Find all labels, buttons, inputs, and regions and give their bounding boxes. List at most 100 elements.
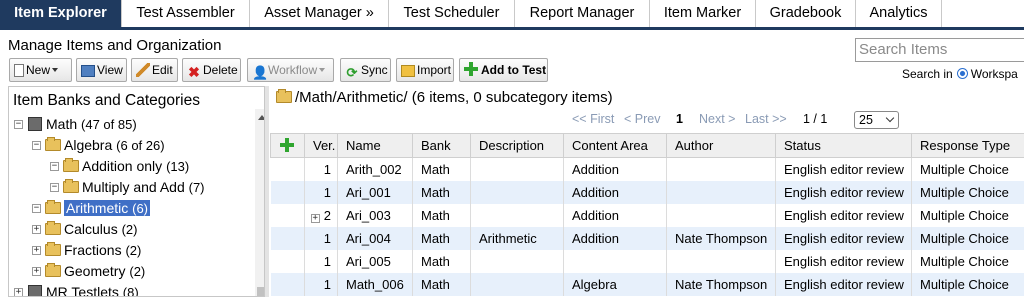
cell-name: Ari_003 — [337, 204, 413, 227]
expand-icon[interactable]: + — [32, 267, 41, 276]
tree-scrollbar[interactable] — [255, 109, 264, 296]
pager-prev[interactable]: < Prev — [624, 112, 660, 126]
page-size-select[interactable]: 25 — [854, 111, 899, 129]
cell-content-area: Addition — [563, 204, 667, 227]
collapse-icon[interactable]: − — [14, 120, 23, 129]
tree-node-math[interactable]: − Math (47 of 85) — [14, 114, 137, 134]
sync-button[interactable]: ⟳ Sync — [340, 58, 391, 82]
panel-title: Item Banks and Categories — [13, 92, 200, 109]
tree-label-selected: Arithmetic (6) — [64, 200, 151, 216]
tab-item-marker[interactable]: Item Marker — [650, 0, 756, 27]
cell-author — [666, 204, 776, 227]
plus-icon[interactable] — [280, 138, 294, 152]
pager-last[interactable]: Last >> — [745, 112, 787, 126]
table-row[interactable]: +2 Ari_003 Math Addition English editor … — [270, 204, 1024, 227]
import-button-label: Import — [417, 63, 452, 77]
collapse-icon[interactable]: − — [50, 183, 59, 192]
column-header-name[interactable]: Name — [337, 133, 413, 158]
column-header-author[interactable]: Author — [666, 133, 776, 158]
view-button[interactable]: View — [76, 58, 127, 82]
cell-author — [666, 250, 776, 273]
expand-icon[interactable]: + — [32, 225, 41, 234]
tree-node-arithmetic[interactable]: − Arithmetic (6) — [32, 198, 151, 218]
cell-content-area: Addition — [563, 227, 667, 250]
add-item-header[interactable] — [270, 133, 305, 158]
tab-item-explorer[interactable]: Item Explorer — [0, 0, 122, 27]
cell-ver: 1 — [304, 181, 338, 204]
new-button[interactable]: New — [9, 58, 72, 82]
table-row[interactable]: 1 Arith_002 Math Addition English editor… — [270, 157, 1024, 181]
row-select-cell[interactable] — [270, 157, 305, 181]
column-header-bank[interactable]: Bank — [412, 133, 471, 158]
tab-asset-manager[interactable]: Asset Manager » — [250, 0, 389, 27]
row-select-cell[interactable] — [270, 273, 305, 296]
row-select-cell[interactable] — [270, 227, 305, 250]
tab-test-assembler[interactable]: Test Assembler — [122, 0, 250, 27]
table-row[interactable]: 1 Math_006 Math Algebra Nate Thompson En… — [270, 273, 1024, 296]
tab-test-scheduler[interactable]: Test Scheduler — [389, 0, 515, 27]
tree-node-algebra[interactable]: − Algebra (6 of 26) — [32, 135, 165, 155]
collapse-icon[interactable]: − — [50, 162, 59, 171]
collapse-icon[interactable]: − — [32, 204, 41, 213]
pager-next[interactable]: Next > — [699, 112, 735, 126]
cell-ver: 1 — [304, 227, 338, 250]
table-row[interactable]: 1 Ari_004 Math Arithmetic Addition Nate … — [270, 227, 1024, 250]
folder-open-icon — [45, 137, 61, 151]
row-select-cell[interactable] — [270, 181, 305, 204]
tree-node-mr-testlets[interactable]: + MR Testlets (8) — [14, 282, 139, 296]
panel-splitter[interactable] — [265, 86, 269, 297]
cell-bank: Math — [412, 204, 471, 227]
column-header-response-type[interactable]: Response Type — [911, 133, 1024, 158]
tree-node-fractions[interactable]: + Fractions (2) — [32, 240, 141, 260]
column-header-description[interactable]: Description — [470, 133, 564, 158]
expand-icon[interactable]: + — [14, 288, 23, 296]
pager-count: 1 / 1 — [803, 112, 828, 126]
tree-count: (2) — [125, 243, 142, 258]
cell-name: Ari_005 — [337, 250, 413, 273]
tree-count: (13) — [166, 159, 190, 174]
column-header-ver[interactable]: Ver. — [304, 133, 338, 158]
table-row[interactable]: 1 Ari_005 Math English editor review Mul… — [270, 250, 1024, 273]
expand-icon[interactable]: + — [32, 246, 41, 255]
tree-node-geometry[interactable]: + Geometry (2) — [32, 261, 145, 281]
cell-author — [666, 157, 776, 181]
tab-report-manager[interactable]: Report Manager — [515, 0, 650, 27]
scrollbar-thumb[interactable] — [257, 287, 264, 296]
tab-gradebook[interactable]: Gradebook — [756, 0, 856, 27]
tree-label: Math — [46, 116, 78, 132]
cell-content-area — [563, 250, 667, 273]
workspace-radio[interactable] — [956, 68, 968, 79]
folder-icon — [45, 263, 61, 277]
pager-first[interactable]: << First — [572, 112, 614, 126]
workflow-button-label: Workflow — [268, 63, 318, 77]
add-to-test-button[interactable]: Add to Test — [459, 58, 548, 82]
sync-button-label: Sync — [361, 63, 388, 77]
row-select-cell[interactable] — [270, 250, 305, 273]
import-button[interactable]: Import — [396, 58, 454, 82]
cell-ver: 1 — [304, 273, 338, 296]
scroll-up-arrow-icon[interactable] — [258, 115, 264, 120]
row-select-cell[interactable] — [270, 204, 305, 227]
search-scope: Search in Workspa — [902, 67, 1018, 81]
workflow-button[interactable]: 👤Workflow — [247, 58, 334, 82]
tree-node-multiply-and-add[interactable]: − Multiply and Add (7) — [50, 177, 205, 197]
tree-node-calculus[interactable]: + Calculus (2) — [32, 219, 137, 239]
cell-response-type: Multiple Choice — [911, 181, 1024, 204]
table-row[interactable]: 1 Ari_001 Math Addition English editor r… — [270, 181, 1024, 204]
tab-analytics[interactable]: Analytics — [856, 0, 942, 27]
cell-response-type: Multiple Choice — [911, 157, 1024, 181]
delete-button[interactable]: ✖ Delete — [182, 58, 241, 82]
edit-button-label: Edit — [152, 63, 173, 77]
cell-status: English editor review — [775, 204, 912, 227]
search-items-input[interactable]: Search Items — [855, 38, 1024, 62]
edit-button[interactable]: Edit — [131, 58, 178, 82]
pager-current-page: 1 — [676, 112, 683, 126]
path-text: /Math/Arithmetic/ (6 items, 0 subcategor… — [295, 89, 613, 106]
new-document-icon — [14, 64, 24, 77]
collapse-icon[interactable]: − — [32, 141, 41, 150]
cell-status: English editor review — [775, 227, 912, 250]
tree-node-addition-only[interactable]: − Addition only (13) — [50, 156, 189, 176]
expand-versions-icon[interactable]: + — [310, 214, 320, 223]
column-header-status[interactable]: Status — [775, 133, 912, 158]
column-header-content-area[interactable]: Content Area — [563, 133, 667, 158]
